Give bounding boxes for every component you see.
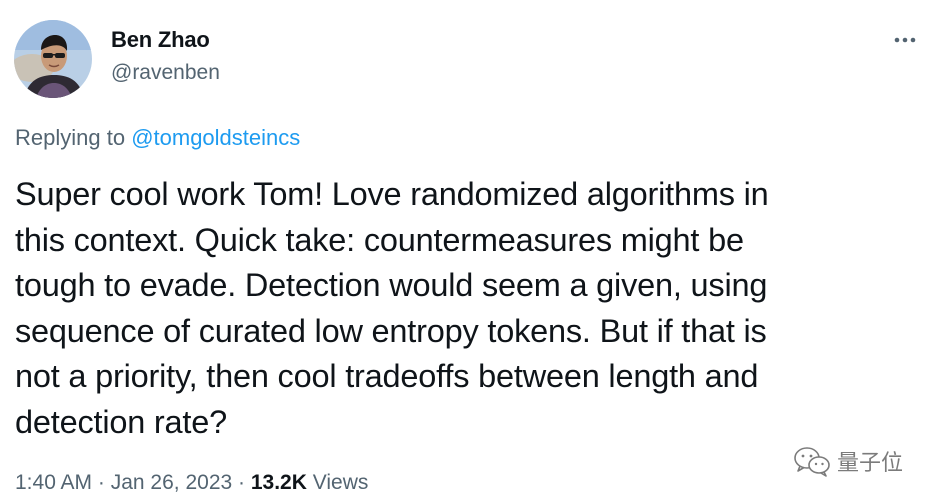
tweet-time[interactable]: 1:40 AM — [15, 471, 92, 494]
tweet-line: detection rate? — [15, 403, 228, 440]
views-count[interactable]: 13.2K — [251, 471, 307, 494]
tweet-line: not a priority, then cool tradeoffs betw… — [15, 358, 759, 394]
watermark-text: 量子位 — [837, 450, 904, 475]
watermark: 量子位 — [793, 441, 903, 481]
more-options-button[interactable] — [888, 28, 924, 52]
avatar[interactable] — [14, 20, 92, 98]
tweet-meta: 1:40 AM · Jan 26, 2023 · 13.2K Views — [15, 471, 368, 495]
replying-to: Replying to @tomgoldsteincs — [15, 125, 300, 151]
tweet-line: sequence of curated low entropy tokens. … — [15, 312, 767, 349]
tweet-line: this context. Quick take: countermeasure… — [15, 221, 744, 258]
replying-prefix: Replying to — [15, 125, 132, 150]
tweet-date[interactable]: Jan 26, 2023 — [111, 471, 232, 494]
more-horizontal-icon — [894, 37, 916, 43]
mention-link[interactable]: @tomgoldsteincs — [131, 125, 300, 150]
profile-photo — [14, 20, 92, 98]
user-handle[interactable]: @ravenben — [111, 61, 220, 85]
tweet-line: Super cool work Tom! Love randomized alg… — [15, 176, 769, 212]
meta-separator: · — [92, 471, 111, 494]
display-name[interactable]: Ben Zhao — [111, 27, 210, 53]
meta-separator: · — [232, 471, 251, 494]
tweet-text: Super cool work Tom! Love randomized alg… — [15, 172, 930, 445]
views-label: Views — [306, 471, 369, 494]
tweet-line: tough to evade. Detection would seem a g… — [15, 267, 768, 303]
wechat-icon — [794, 447, 830, 477]
